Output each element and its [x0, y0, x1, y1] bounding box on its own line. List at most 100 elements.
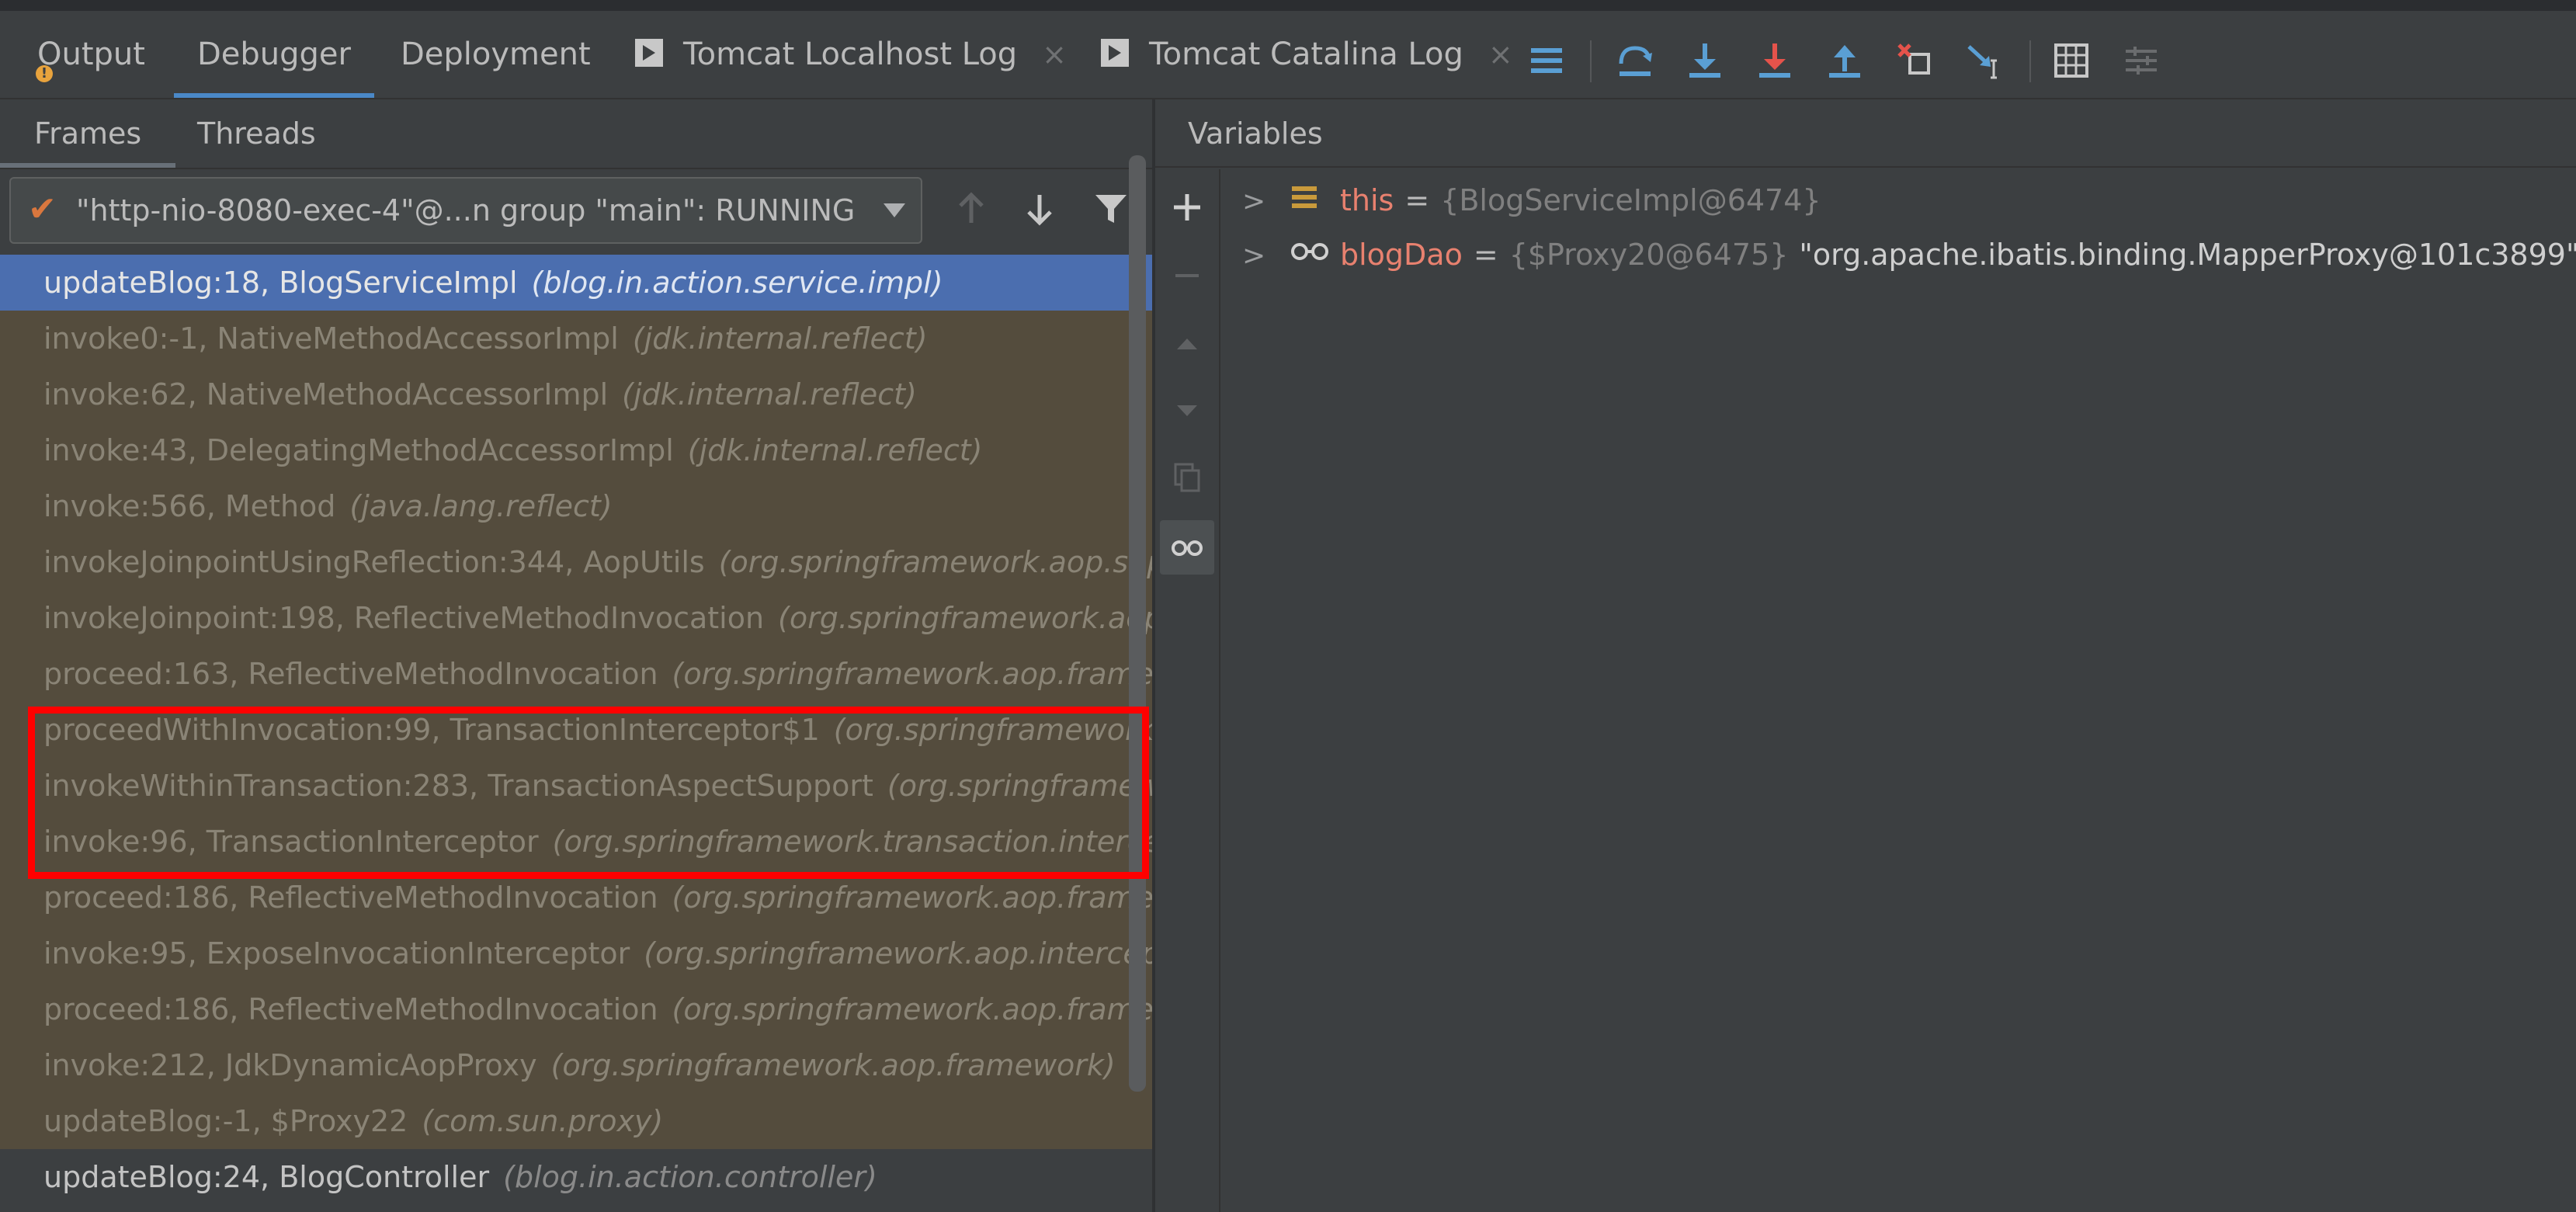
frame-package: (jdk.internal.reflect): [622, 377, 917, 412]
debug-tool-window-tabs: Output ! Debugger Deployment Tomcat Loca…: [0, 11, 2576, 99]
console-icon: [635, 39, 663, 67]
arrow-up-icon: [959, 192, 984, 223]
chevron-right-icon[interactable]: >: [1242, 230, 1273, 283]
duplicate-watch-button[interactable]: [1160, 450, 1214, 505]
copy-icon: [1174, 463, 1200, 492]
frame-package: (java.lang.reflect): [349, 489, 613, 523]
frame-row[interactable]: updateBlog:24, BlogController (blog.in.ac…: [0, 1149, 1152, 1205]
glasses-icon: [1172, 540, 1203, 556]
frame-row[interactable]: proceed:186, ReflectiveMethodInvocation (…: [0, 981, 1152, 1037]
variable-row-this[interactable]: > this = {BlogServiceImpl@6474}: [1220, 174, 1821, 227]
frame-method: invoke:212, JdkDynamicAopProxy: [43, 1048, 537, 1082]
warning-badge-icon: !: [36, 65, 53, 82]
tab-output[interactable]: Output: [37, 11, 145, 98]
frame-package: (org.springframework.aop.fr: [778, 601, 1152, 635]
variable-type: {$Proxy20@6475}: [1508, 238, 1789, 272]
variable-value: "org.apache.ibatis.binding.MapperProxy@1…: [1799, 238, 2576, 272]
move-watch-down-button[interactable]: [1160, 384, 1214, 438]
frame-method: invoke:62, NativeMethodAccessorImpl: [43, 377, 609, 412]
variable-name: this: [1340, 183, 1394, 217]
frame-row[interactable]: invoke:566, Method (java.lang.reflect): [0, 478, 1152, 534]
variables-header: Variables: [1155, 99, 2576, 168]
close-tab-icon[interactable]: ×: [1042, 37, 1067, 71]
frame-method: updateBlog:-1, $Proxy22: [43, 1104, 408, 1138]
show-watches-in-variables-button[interactable]: [1160, 520, 1214, 575]
plus-icon: [1174, 194, 1200, 221]
tab-deployment[interactable]: Deployment: [401, 11, 591, 98]
field-icon: [1289, 176, 1332, 229]
frame-row[interactable]: invokeJoinpointUsingReflection:344, AopU…: [0, 534, 1152, 590]
frame-package: (org.springframework.aop.interceptor: [644, 936, 1152, 971]
next-frame-button[interactable]: [1008, 177, 1071, 241]
close-tab-icon[interactable]: ×: [1488, 37, 1513, 71]
variable-name: blogDao: [1340, 238, 1463, 272]
frame-row[interactable]: updateBlog:18, BlogServiceImpl (blog.in.a…: [0, 255, 1152, 311]
frame-method: invoke:566, Method: [43, 489, 336, 523]
variables-pane: Variables > this = {BlogServiceImpl@6474} >…: [1155, 99, 2576, 1212]
toolbar-separator: [2029, 40, 2031, 82]
arrow-down-icon: [1027, 195, 1052, 226]
previous-frame-button[interactable]: [939, 177, 1003, 241]
trace-current-stream-icon[interactable]: [2116, 36, 2166, 85]
thread-running-check-icon: ✔: [28, 189, 57, 229]
frame-package: (org.springframework.aop.framewo: [672, 992, 1152, 1026]
window-top-strip: [0, 0, 2576, 11]
minus-icon: [1175, 274, 1199, 277]
force-step-into-icon[interactable]: [1750, 36, 1800, 85]
frame-package: (org.springframework.aop.framework): [550, 1048, 1116, 1082]
chevron-down-icon: [884, 203, 905, 217]
tab-debugger[interactable]: Debugger: [174, 11, 374, 98]
variables-toolbar: [1155, 169, 1220, 1212]
tab-tomcat-catalina-log[interactable]: Tomcat Catalina Log ×: [1101, 11, 1513, 98]
filter-icon: [1095, 195, 1127, 223]
frame-row[interactable]: invoke:212, JdkDynamicAopProxy (org.sprin…: [0, 1037, 1152, 1093]
frame-method: invoke:95, ExposeInvocationInterceptor: [43, 936, 630, 971]
thread-selector-value: "http-nio-8080-exec-4"@...n group "main"…: [76, 193, 856, 227]
step-into-icon[interactable]: [1680, 36, 1730, 85]
frame-package: (jdk.internal.reflect): [687, 433, 983, 467]
frame-package: (jdk.internal.reflect): [632, 321, 928, 356]
frame-package: (org.springframework.aop.supp: [718, 545, 1152, 579]
frame-row[interactable]: invoke:62, NativeMethodAccessorImpl (jdk.…: [0, 366, 1152, 422]
move-watch-up-button[interactable]: [1160, 317, 1214, 371]
frame-package: (com.sun.proxy): [422, 1104, 664, 1138]
frame-row[interactable]: invoke:43, DelegatingMethodAccessorImpl (…: [0, 422, 1152, 478]
frame-row[interactable]: invokeJoinpoint:198, ReflectiveMethodInv…: [0, 590, 1152, 646]
step-over-icon[interactable]: [1610, 36, 1660, 85]
step-out-icon[interactable]: [1820, 36, 1870, 85]
evaluate-expression-icon[interactable]: [2047, 36, 2096, 85]
frames-scrollbar[interactable]: [1129, 155, 1146, 1092]
run-to-cursor-icon[interactable]: [1960, 36, 2009, 85]
tab-frames[interactable]: Frames: [0, 99, 176, 168]
toolbar-separator: [1590, 40, 1592, 82]
frame-row[interactable]: updateBlog:-1, $Proxy22 (com.sun.proxy): [0, 1093, 1152, 1149]
console-icon: [1101, 39, 1129, 67]
frame-package: (org.springframework.aop.framewo: [672, 657, 1152, 691]
remove-watch-button[interactable]: [1160, 248, 1214, 303]
tab-tomcat-localhost-log[interactable]: Tomcat Localhost Log ×: [635, 11, 1067, 98]
thread-toolbar: ✔ "http-nio-8080-exec-4"@...n group "mai…: [0, 169, 1152, 256]
triangle-up-icon: [1177, 339, 1197, 349]
frame-method: invoke:43, DelegatingMethodAccessorImpl: [43, 433, 674, 467]
tab-threads[interactable]: Threads: [197, 99, 316, 168]
annotation-highlight-box: [28, 707, 1149, 879]
frame-row[interactable]: invoke:95, ExposeInvocationInterceptor (o…: [0, 925, 1152, 981]
new-watch-button[interactable]: [1160, 180, 1214, 234]
thread-selector-dropdown[interactable]: ✔ "http-nio-8080-exec-4"@...n group "mai…: [9, 177, 922, 244]
chevron-right-icon[interactable]: >: [1242, 175, 1273, 228]
frame-row[interactable]: proceed:163, ReflectiveMethodInvocation (…: [0, 646, 1152, 702]
frame-row[interactable]: invoke0:-1, NativeMethodAccessorImpl (jdk…: [0, 311, 1152, 366]
variable-equals: =: [1473, 238, 1498, 272]
variable-type: {BlogServiceImpl@6474}: [1440, 183, 1821, 217]
show-execution-point-icon[interactable]: [1522, 36, 1571, 85]
variable-row-blogdao[interactable]: > blogDao = {$Proxy20@6475} "org.apache.ibat…: [1220, 228, 2576, 281]
frames-pane: Frames Threads ✔ "http-nio-8080-exec-4"@…: [0, 99, 1152, 1212]
drop-frame-icon[interactable]: [1890, 36, 1939, 85]
frame-method: invokeJoinpointUsingReflection:344, AopU…: [43, 545, 705, 579]
frame-method: updateBlog:24, BlogController: [43, 1160, 490, 1194]
watch-glasses-icon: [1289, 231, 1332, 283]
frames-threads-tabs: Frames Threads: [0, 99, 1152, 169]
frame-method: invokeJoinpoint:198, ReflectiveMethodInv…: [43, 601, 765, 635]
triangle-down-icon: [1177, 405, 1197, 416]
frame-method: proceed:163, ReflectiveMethodInvocation: [43, 657, 658, 691]
